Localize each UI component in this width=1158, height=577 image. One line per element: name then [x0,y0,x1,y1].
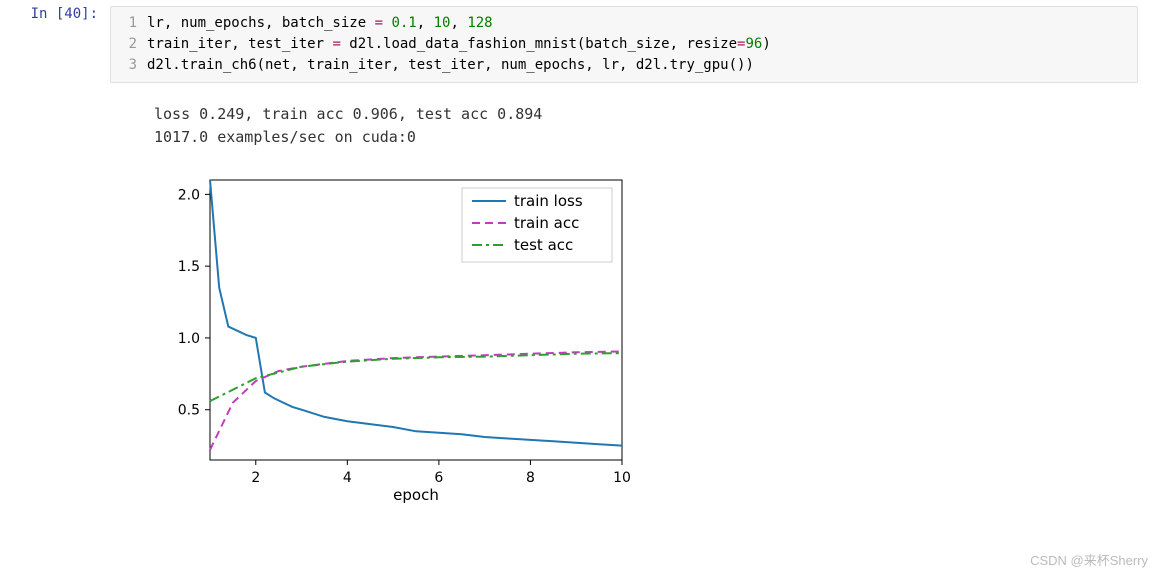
code-line: 3d2l.train_ch6(net, train_iter, test_ite… [111,55,1137,76]
series-test-acc [210,353,622,401]
chart-svg: 2 4 6 8 10 0.5 1.0 1.5 2.0 epoch train loss train a… [154,170,634,510]
x-tick-label: 4 [343,470,352,486]
x-tick-label: 8 [526,470,535,486]
output-text: loss 0.249, train acc 0.906, test acc 0.… [110,103,1158,148]
code-line: 1lr, num_epochs, batch_size = 0.1, 10, 1… [111,13,1137,34]
y-tick-label: 1.5 [178,259,200,275]
x-tick-label: 2 [251,470,260,486]
prompt-label: In [40]: [31,6,98,22]
output-line-2: 1017.0 examples/sec on cuda:0 [154,128,416,146]
x-axis-label: epoch [393,486,439,504]
watermark: CSDN @来杯Sherry [1030,550,1148,569]
legend-label: train acc [514,214,579,232]
code-content: train_iter, test_iter = d2l.load_data_fa… [147,34,1137,55]
training-chart: 2 4 6 8 10 0.5 1.0 1.5 2.0 epoch train loss train a… [110,170,1158,510]
code-content: lr, num_epochs, batch_size = 0.1, 10, 12… [147,13,1137,34]
y-tick-label: 2.0 [178,187,200,203]
line-number: 2 [111,34,147,55]
input-prompt: In [40]: [0,6,110,83]
y-tick-label: 0.5 [178,403,200,419]
output-line-1: loss 0.249, train acc 0.906, test acc 0.… [154,105,542,123]
legend-label: test acc [514,236,573,254]
code-input[interactable]: 1lr, num_epochs, batch_size = 0.1, 10, 1… [110,6,1138,83]
x-tick-label: 10 [613,470,631,486]
code-content: d2l.train_ch6(net, train_iter, test_iter… [147,55,1137,76]
cell-output: loss 0.249, train acc 0.906, test acc 0.… [0,103,1158,510]
line-number: 1 [111,13,147,34]
series-train-acc [210,351,622,450]
code-line: 2train_iter, test_iter = d2l.load_data_f… [111,34,1137,55]
line-number: 3 [111,55,147,76]
legend-label: train loss [514,192,583,210]
x-tick-label: 6 [434,470,443,486]
y-tick-label: 1.0 [178,331,200,347]
notebook-cell: In [40]: 1lr, num_epochs, batch_size = 0… [0,0,1158,89]
